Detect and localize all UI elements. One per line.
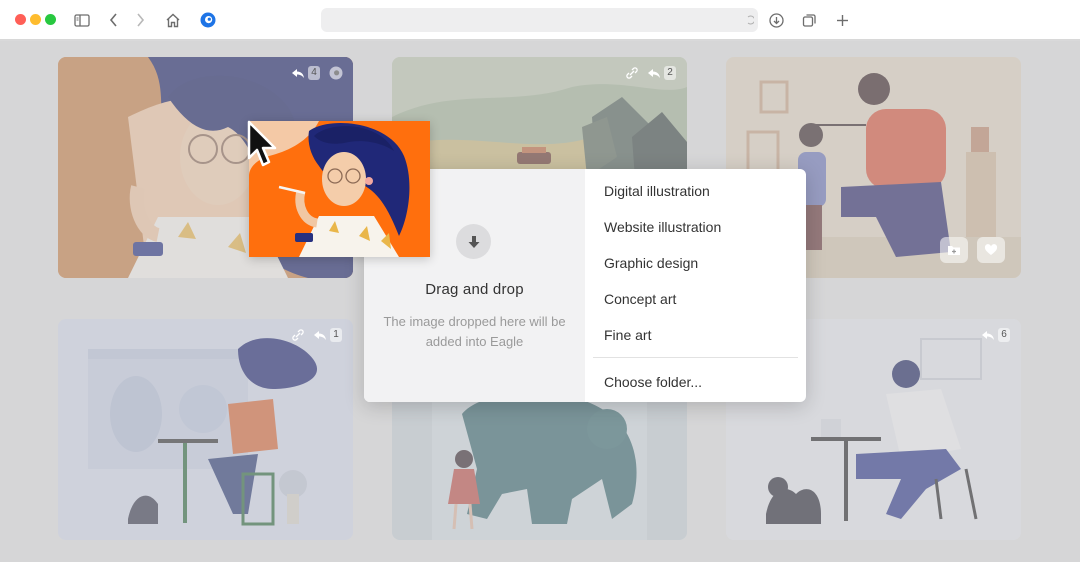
sidebar-toggle-button[interactable] bbox=[71, 9, 93, 31]
add-to-folder-button[interactable] bbox=[940, 237, 968, 263]
tile-count-badge: 4 bbox=[308, 66, 320, 80]
download-icon bbox=[768, 12, 784, 28]
tile-count-badge: 1 bbox=[330, 328, 342, 342]
reload-icon[interactable] bbox=[746, 13, 754, 27]
mouse-cursor-icon bbox=[247, 120, 277, 167]
forward-button[interactable] bbox=[129, 9, 151, 31]
reply-icon bbox=[982, 331, 994, 340]
zoom-window-button[interactable] bbox=[45, 14, 56, 25]
tile-count-badge: 6 bbox=[998, 328, 1010, 342]
address-bar[interactable] bbox=[321, 8, 758, 32]
drop-zone-subtitle: The image dropped here will be added int… bbox=[383, 314, 566, 349]
link-icon bbox=[292, 329, 304, 341]
drop-arrow-badge bbox=[456, 224, 491, 259]
home-button[interactable] bbox=[162, 9, 184, 31]
reply-icon bbox=[648, 69, 660, 78]
folder-item-website-illustration[interactable]: Website illustration bbox=[604, 219, 721, 235]
eagle-logo-icon[interactable] bbox=[329, 66, 343, 80]
sidebar-icon bbox=[74, 13, 90, 27]
tile-count-badge: 2 bbox=[664, 66, 676, 80]
choose-folder-item[interactable]: Choose folder... bbox=[604, 374, 702, 390]
folder-item-graphic-design[interactable]: Graphic design bbox=[604, 255, 698, 271]
gallery-item-laptop-woman[interactable]: 1 bbox=[58, 319, 353, 540]
folder-item-fine-art[interactable]: Fine art bbox=[604, 327, 651, 343]
reply-icon bbox=[314, 331, 326, 340]
folder-plus-icon bbox=[948, 246, 960, 255]
back-chevron-icon bbox=[109, 13, 117, 27]
menu-divider bbox=[593, 357, 798, 358]
close-window-button[interactable] bbox=[15, 14, 26, 25]
forward-chevron-icon bbox=[137, 13, 145, 27]
back-button[interactable] bbox=[103, 9, 125, 31]
new-tab-icon bbox=[836, 14, 848, 26]
reply-icon bbox=[292, 69, 304, 78]
browser-toolbar bbox=[0, 0, 1080, 40]
favorite-button[interactable] bbox=[977, 237, 1005, 263]
link-icon bbox=[626, 67, 638, 79]
folder-item-digital-illustration[interactable]: Digital illustration bbox=[604, 183, 710, 199]
eagle-drop-panel: Drag and drop The image dropped here wil… bbox=[364, 169, 806, 402]
new-tab-button[interactable] bbox=[831, 9, 853, 31]
tab-overview-button[interactable] bbox=[798, 9, 820, 31]
arrow-down-icon bbox=[468, 235, 479, 248]
folder-menu: Digital illustration Website illustratio… bbox=[585, 169, 806, 402]
drop-zone-title: Drag and drop bbox=[425, 281, 524, 298]
folder-item-concept-art[interactable]: Concept art bbox=[604, 291, 676, 307]
tabs-icon bbox=[802, 13, 816, 27]
eagle-extension-button[interactable] bbox=[197, 9, 219, 31]
home-icon bbox=[166, 13, 180, 27]
minimize-window-button[interactable] bbox=[30, 14, 41, 25]
downloads-button[interactable] bbox=[765, 9, 787, 31]
eagle-extension-icon bbox=[200, 12, 216, 28]
heart-icon bbox=[984, 244, 998, 255]
